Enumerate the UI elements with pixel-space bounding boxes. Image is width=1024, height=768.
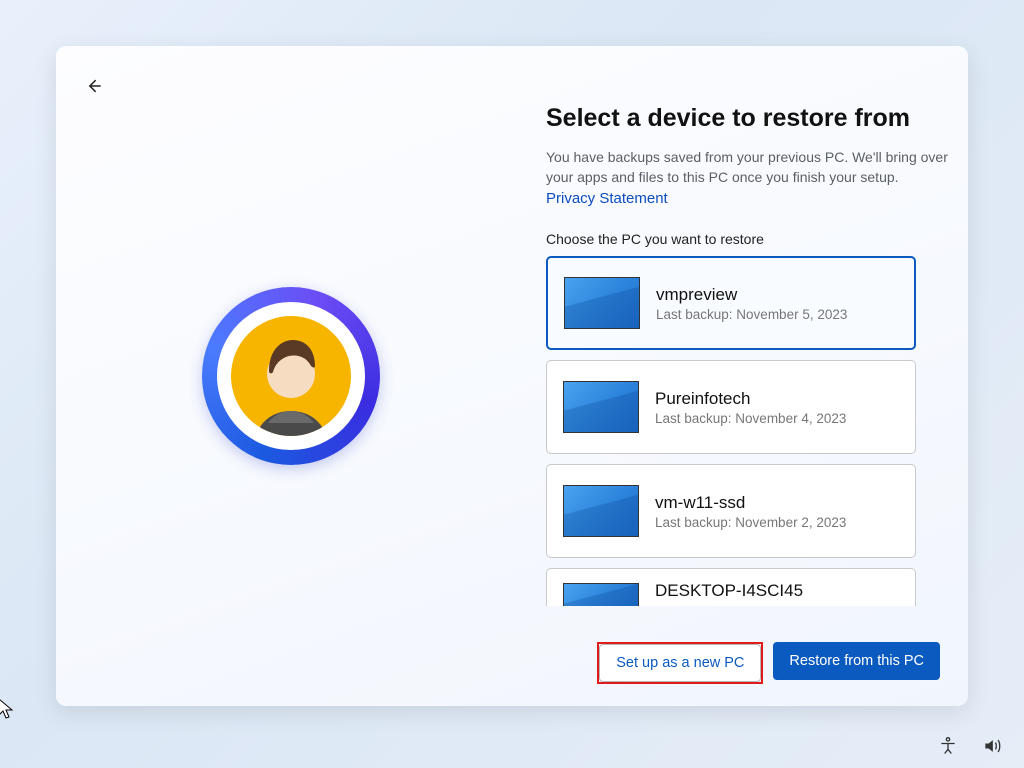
device-name: vm-w11-ssd (655, 493, 846, 513)
volume-icon[interactable] (982, 736, 1002, 756)
mouse-cursor-icon (0, 698, 14, 720)
illustration-column (56, 46, 526, 706)
avatar (231, 316, 351, 436)
desktop-thumbnail-icon (563, 583, 639, 606)
device-sub: Last backup: November 4, 2023 (655, 411, 846, 426)
content-column: Select a device to restore from You have… (546, 104, 950, 259)
desktop-thumbnail-icon (563, 485, 639, 537)
page-description: You have backups saved from your previou… (546, 147, 950, 209)
choose-label: Choose the PC you want to restore (546, 231, 950, 247)
desktop-thumbnail-icon (564, 277, 640, 329)
device-name: vmpreview (656, 285, 847, 305)
device-sub: Last backup: November 2, 2023 (655, 515, 846, 530)
oobe-panel: Select a device to restore from You have… (56, 46, 968, 706)
device-list[interactable]: vmpreview Last backup: November 5, 2023 … (546, 256, 916, 606)
system-tray (938, 736, 1002, 756)
device-card[interactable]: vmpreview Last backup: November 5, 2023 (546, 256, 916, 350)
annotation-highlight: Set up as a new PC (597, 642, 763, 684)
avatar-ring (202, 287, 380, 465)
person-icon (231, 316, 351, 436)
restore-from-pc-button[interactable]: Restore from this PC (773, 642, 940, 680)
device-card[interactable]: vm-w11-ssd Last backup: November 2, 2023 (546, 464, 916, 558)
accessibility-icon[interactable] (938, 736, 958, 756)
desktop-thumbnail-icon (563, 381, 639, 433)
device-name: Pureinfotech (655, 389, 846, 409)
description-text: You have backups saved from your previou… (546, 149, 948, 185)
device-card[interactable]: DESKTOP-I4SCI45 (546, 568, 916, 606)
page-title: Select a device to restore from (546, 104, 950, 133)
device-sub: Last backup: November 5, 2023 (656, 307, 847, 322)
setup-new-pc-button[interactable]: Set up as a new PC (599, 644, 761, 682)
avatar-bg (217, 302, 365, 450)
footer-buttons: Set up as a new PC Restore from this PC (597, 642, 940, 684)
privacy-statement-link[interactable]: Privacy Statement (546, 190, 668, 207)
device-name: DESKTOP-I4SCI45 (655, 581, 803, 601)
device-card[interactable]: Pureinfotech Last backup: November 4, 20… (546, 360, 916, 454)
